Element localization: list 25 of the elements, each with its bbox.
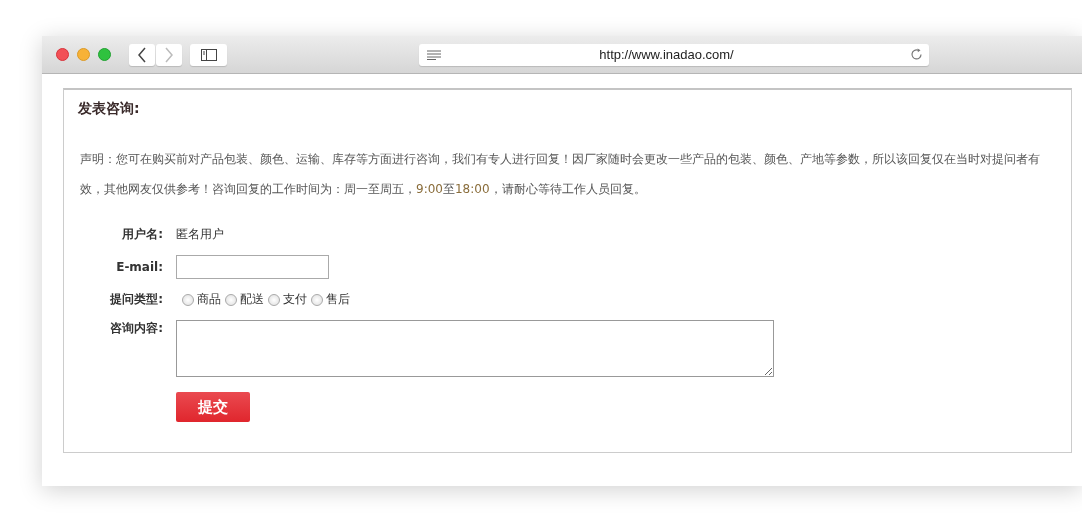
minimize-icon[interactable] [77, 48, 90, 61]
field-label: E-mail: [115, 260, 163, 274]
sidebar-button[interactable] [190, 43, 227, 66]
field-label: 咨询内容: [109, 320, 163, 337]
close-icon[interactable] [56, 48, 69, 61]
back-button[interactable] [129, 43, 155, 66]
radio-option[interactable]: 商品 [182, 291, 221, 308]
chevron-left-icon [137, 46, 147, 63]
radio-option[interactable]: 配送 [225, 291, 264, 308]
field-label: 用户名: [121, 226, 163, 243]
radio-option[interactable]: 支付 [268, 291, 307, 308]
notice-text: 声明：您可在购买前对产品包装、颜色、运输、库存等方面进行咨询，我们有专人进行回复！因厂家随时会更改一些产品的包装、颜色、产地等参数，所以该回复仅在当时对提问者有效，其他网友仅供参考！咨询回复的工作时间为：周一至周五，9:00至18:00，请耐心等待工作人员回复。 [80, 151, 1041, 198]
radio-option[interactable]: 售后 [311, 291, 350, 308]
submit-button[interactable]: 提交 [176, 392, 250, 422]
address-bar[interactable]: http://www.inadao.com/ [419, 43, 929, 66]
reader-icon [427, 49, 443, 60]
reload-icon[interactable] [910, 48, 923, 61]
maximize-icon[interactable] [98, 48, 111, 61]
content-field[interactable] [176, 320, 774, 377]
field-label: 提问类型: [109, 291, 163, 308]
username-value: 匿名用户 [176, 226, 224, 243]
form-title: 发表咨询: [78, 100, 141, 118]
sidebar-icon [200, 48, 217, 61]
chevron-right-icon [164, 46, 174, 63]
email-field[interactable] [176, 255, 329, 279]
